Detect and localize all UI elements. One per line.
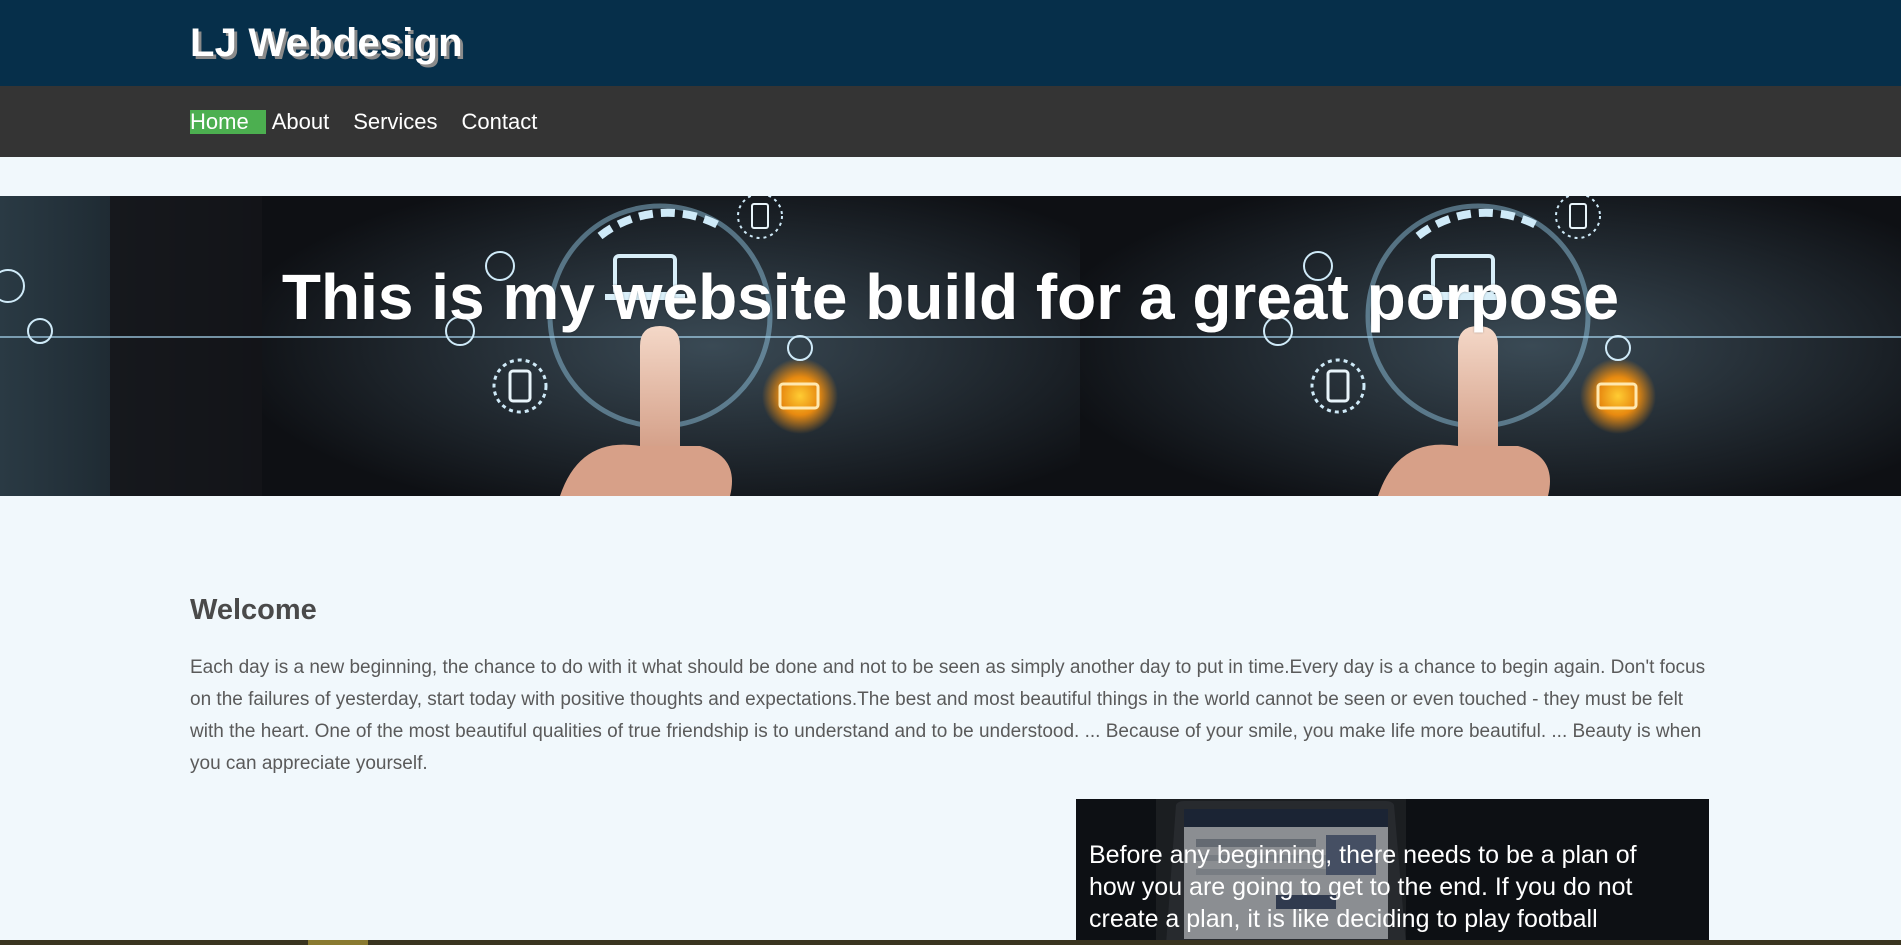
nav-list: Home About Services Contact (190, 86, 561, 157)
promo-text: Before any beginning, there needs to be … (1089, 841, 1637, 933)
nav-item-home[interactable]: Home (190, 109, 266, 134)
hero-title: This is my website build for a great por… (281, 261, 1620, 333)
welcome-paragraph: Each day is a new beginning, the chance … (190, 657, 1706, 774)
promo-card: Before any beginning, there needs to be … (1076, 799, 1709, 945)
bottom-bar-accent (308, 940, 368, 945)
site-header: LJ Webdesign (0, 0, 1901, 86)
hero-background-image (0, 196, 1901, 496)
bottom-bar (0, 940, 1901, 945)
hero-banner (0, 196, 1901, 496)
nav-item-contact[interactable]: Contact (462, 109, 538, 134)
site-title[interactable]: LJ Webdesign (190, 20, 463, 66)
main-nav: Home About Services Contact (0, 86, 1901, 157)
nav-item-services[interactable]: Services (353, 109, 437, 134)
welcome-heading: Welcome (190, 594, 317, 626)
nav-item-about[interactable]: About (272, 109, 330, 134)
